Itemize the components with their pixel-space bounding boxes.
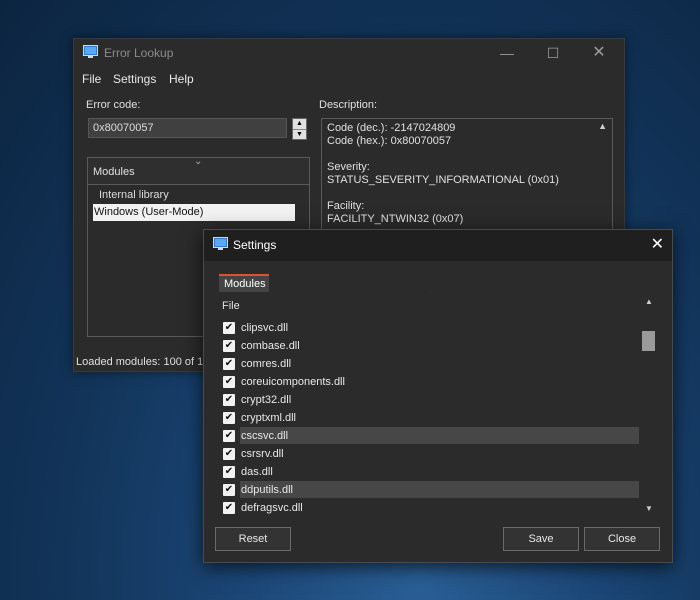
file-checkbox[interactable]: ✔ xyxy=(223,484,235,496)
tab-modules[interactable]: Modules xyxy=(219,274,269,292)
sort-down-icon: ⌄ xyxy=(194,156,203,167)
error-code-label: Error code: xyxy=(86,99,141,111)
spin-up-icon[interactable]: ▲ xyxy=(293,119,306,130)
description-line: Facility: xyxy=(327,200,365,212)
description-line: STATUS_SEVERITY_INFORMATIONAL (0x01) xyxy=(327,174,559,186)
spin-down-icon[interactable]: ▼ xyxy=(293,130,306,140)
settings-title-bar[interactable]: Settings ✕ xyxy=(204,230,672,261)
settings-dialog: Settings ✕ Modules ⌃ File ✔ clipsvc.dll ✔ c… xyxy=(203,229,673,563)
file-name: combase.dll xyxy=(241,340,300,352)
file-checkbox[interactable]: ✔ xyxy=(223,430,235,442)
description-line: FACILITY_NTWIN32 (0x07) xyxy=(327,213,464,225)
file-name: csrsrv.dll xyxy=(241,448,284,460)
file-checkbox[interactable]: ✔ xyxy=(223,340,235,352)
module-item-internal-library[interactable]: Internal library xyxy=(93,187,295,204)
description-label: Description: xyxy=(319,99,378,111)
modules-column-header[interactable]: ⌄ Modules xyxy=(88,156,309,185)
modules-header-label: Modules xyxy=(93,166,135,178)
scroll-up-icon[interactable]: ▲ xyxy=(598,121,607,131)
file-name: coreuicomponents.dll xyxy=(241,376,345,388)
file-row[interactable]: ✔ das.dll xyxy=(223,463,639,481)
file-checkbox[interactable]: ✔ xyxy=(223,502,235,514)
file-checkbox[interactable]: ✔ xyxy=(223,358,235,370)
file-name: clipsvc.dll xyxy=(241,322,289,334)
title-bar[interactable]: Error Lookup — ☐ ✕ xyxy=(74,39,624,67)
scroll-down-icon[interactable]: ▼ xyxy=(645,504,653,513)
file-row[interactable]: ✔ crypt32.dll xyxy=(223,391,639,409)
close-button[interactable]: Close xyxy=(584,527,660,551)
file-row[interactable]: ✔ clipsvc.dll xyxy=(223,319,639,337)
menu-file[interactable]: File xyxy=(82,72,101,86)
reset-button[interactable]: Reset xyxy=(215,527,291,551)
close-icon[interactable]: ✕ xyxy=(576,39,622,67)
file-checkbox[interactable]: ✔ xyxy=(223,394,235,406)
error-code-spinner[interactable]: ▲ ▼ xyxy=(292,118,307,140)
module-file-list[interactable]: ⌃ File ✔ clipsvc.dll ✔ combase.dll ✔ comres.d… xyxy=(219,292,657,516)
monitor-icon xyxy=(213,237,228,250)
close-icon[interactable]: ✕ xyxy=(651,234,664,254)
file-name: cscsvc.dll xyxy=(241,430,289,442)
file-name: comres.dll xyxy=(241,358,292,370)
file-checkbox[interactable]: ✔ xyxy=(223,376,235,388)
file-row[interactable]: ✔ cryptxml.dll xyxy=(223,409,639,427)
file-name: das.dll xyxy=(241,466,273,478)
monitor-icon xyxy=(83,45,98,58)
minimize-icon[interactable]: — xyxy=(484,39,530,67)
file-column-header[interactable]: File xyxy=(222,300,240,312)
tab-modules-label: Modules xyxy=(224,278,266,290)
file-checkbox[interactable]: ✔ xyxy=(223,412,235,424)
settings-title: Settings xyxy=(233,238,277,252)
save-button[interactable]: Save xyxy=(503,527,579,551)
maximize-icon[interactable]: ☐ xyxy=(530,39,576,67)
row-highlight xyxy=(240,481,639,498)
description-line: Code (dec.): -2147024809 xyxy=(327,122,456,134)
file-row[interactable]: ✔ combase.dll xyxy=(223,337,639,355)
module-item-windows-user-mode[interactable]: Windows (User-Mode) xyxy=(93,204,295,221)
file-checkbox[interactable]: ✔ xyxy=(223,448,235,460)
file-checkbox[interactable]: ✔ xyxy=(223,322,235,334)
menu-help[interactable]: Help xyxy=(169,72,194,86)
file-row[interactable]: ✔ comres.dll xyxy=(223,355,639,373)
file-checkbox[interactable]: ✔ xyxy=(223,466,235,478)
status-text: Loaded modules: 100 of 10 xyxy=(76,356,210,368)
sort-up-icon: ⌃ xyxy=(426,292,435,300)
menu-settings[interactable]: Settings xyxy=(113,72,156,86)
file-row[interactable]: ✔ defragsvc.dll xyxy=(223,499,639,516)
scrollbar-thumb[interactable] xyxy=(642,331,655,351)
window-title: Error Lookup xyxy=(104,46,174,60)
file-name: crypt32.dll xyxy=(241,394,292,406)
file-name: defragsvc.dll xyxy=(241,502,303,514)
file-row[interactable]: ✔ coreuicomponents.dll xyxy=(223,373,639,391)
file-row[interactable]: ✔ ddputils.dll xyxy=(223,481,639,499)
file-name: cryptxml.dll xyxy=(241,412,297,424)
description-line: Severity: xyxy=(327,161,370,173)
error-code-input[interactable] xyxy=(88,118,287,138)
description-line: Code (hex.): 0x80070057 xyxy=(327,135,452,147)
file-row[interactable]: ✔ csrsrv.dll xyxy=(223,445,639,463)
file-list-scrollbar[interactable]: ▲ ▼ xyxy=(641,292,657,516)
file-row[interactable]: ✔ cscsvc.dll xyxy=(223,427,639,445)
description-box[interactable]: Code (dec.): -2147024809 Code (hex.): 0x… xyxy=(321,118,613,235)
scroll-up-icon[interactable]: ▲ xyxy=(645,297,653,306)
file-name: ddputils.dll xyxy=(241,484,293,496)
row-highlight xyxy=(240,427,639,444)
